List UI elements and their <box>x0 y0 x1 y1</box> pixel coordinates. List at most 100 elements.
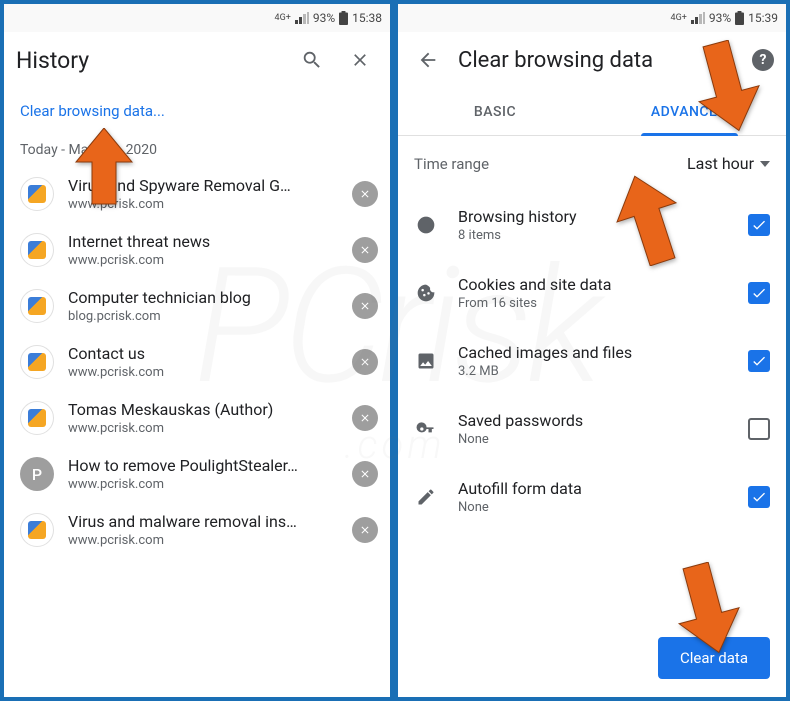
phone-clear-data: 4G+ 93% 15:39 Clear browsing data ? BASI… <box>394 0 790 701</box>
option-subtitle: From 16 sites <box>458 296 728 311</box>
history-item-title: How to remove PoulightStealer… <box>68 456 338 475</box>
checkbox[interactable] <box>748 486 770 508</box>
clear-option-row[interactable]: Cached images and files 3.2 MB <box>398 327 786 395</box>
pencil-icon <box>414 487 438 507</box>
clock-label: 15:39 <box>748 11 778 25</box>
checkbox[interactable] <box>748 214 770 236</box>
check-icon <box>751 353 767 369</box>
time-range-dropdown[interactable]: Time range Last hour <box>398 136 786 191</box>
delete-history-item-button[interactable] <box>352 349 378 375</box>
appbar: Clear browsing data ? <box>398 32 786 88</box>
favicon <box>20 345 54 379</box>
page-title: Clear browsing data <box>458 48 740 73</box>
status-bar: 4G+ 93% 15:39 <box>398 4 786 32</box>
battery-icon <box>735 11 744 25</box>
page-title: History <box>16 47 282 74</box>
checkbox[interactable] <box>748 350 770 372</box>
signal-icon <box>295 12 309 24</box>
option-title: Cached images and files <box>458 343 728 362</box>
history-item-title: Tomas Meskauskas (Author) <box>68 400 338 419</box>
chevron-down-icon <box>760 161 770 167</box>
option-title: Browsing history <box>458 207 728 226</box>
history-item[interactable]: P How to remove PoulightStealer… www.pcris… <box>4 446 390 502</box>
favicon <box>20 513 54 547</box>
appbar: History <box>4 32 390 88</box>
history-item-url: www.pcrisk.com <box>68 421 338 436</box>
history-item-title: Computer technician blog <box>68 288 338 307</box>
close-icon <box>359 188 371 200</box>
help-button[interactable]: ? <box>752 49 774 71</box>
favicon: P <box>20 457 54 491</box>
history-item[interactable]: Virus and malware removal ins… www.pcrisk… <box>4 502 390 558</box>
history-item-url: www.pcrisk.com <box>68 533 338 548</box>
close-icon <box>359 468 371 480</box>
clear-options-list: Browsing history8 itemsCookies and site … <box>398 191 786 531</box>
close-icon <box>350 50 370 70</box>
tab-advanced[interactable]: ADVANCED <box>592 88 786 135</box>
clock-label: 15:38 <box>352 11 382 25</box>
button-bar: Clear data <box>658 637 770 679</box>
clear-option-row[interactable]: Browsing history8 items <box>398 191 786 259</box>
history-item[interactable]: Computer technician blog blog.pcrisk.com <box>4 278 390 334</box>
option-title: Saved passwords <box>458 411 728 430</box>
option-subtitle: None <box>458 432 728 447</box>
favicon <box>20 177 54 211</box>
clear-browsing-data-link[interactable]: Clear browsing data... <box>4 88 390 134</box>
close-button[interactable] <box>342 42 378 78</box>
clear-option-row[interactable]: Cookies and site data From 16 sites <box>398 259 786 327</box>
check-icon <box>751 285 767 301</box>
history-item[interactable]: Internet threat news www.pcrisk.com <box>4 222 390 278</box>
history-item-url: www.pcrisk.com <box>68 253 338 268</box>
delete-history-item-button[interactable] <box>352 181 378 207</box>
history-item-title: Contact us <box>68 344 338 363</box>
history-item[interactable]: Tomas Meskauskas (Author) www.pcrisk.com <box>4 390 390 446</box>
option-subtitle: 3.2 MB <box>458 364 728 379</box>
favicon <box>20 401 54 435</box>
phone-history: 4G+ 93% 15:38 History Clear browsing dat… <box>0 0 394 701</box>
history-item[interactable]: Contact us www.pcrisk.com <box>4 334 390 390</box>
history-item-url: www.pcrisk.com <box>68 365 338 380</box>
status-bar: 4G+ 93% 15:38 <box>4 4 390 32</box>
delete-history-item-button[interactable] <box>352 293 378 319</box>
close-icon <box>359 244 371 256</box>
signal-icon <box>691 12 705 24</box>
clear-option-row[interactable]: Autofill form data None <box>398 463 786 531</box>
network-label: 4G+ <box>275 13 291 23</box>
option-title: Cookies and site data <box>458 275 728 294</box>
close-icon <box>359 412 371 424</box>
history-item-title: Virus and Spyware Removal G… <box>68 176 338 195</box>
close-icon <box>359 356 371 368</box>
history-item-title: Virus and malware removal ins… <box>68 512 338 531</box>
back-arrow-icon <box>417 49 439 71</box>
option-title: Autofill form data <box>458 479 728 498</box>
time-range-label: Time range <box>414 155 687 173</box>
delete-history-item-button[interactable] <box>352 405 378 431</box>
delete-history-item-button[interactable] <box>352 461 378 487</box>
history-item-url: blog.pcrisk.com <box>68 309 338 324</box>
battery-icon <box>339 11 348 25</box>
clock-icon <box>414 215 438 235</box>
close-icon <box>359 524 371 536</box>
clear-data-button[interactable]: Clear data <box>658 637 770 679</box>
delete-history-item-button[interactable] <box>352 517 378 543</box>
favicon <box>20 289 54 323</box>
battery-label: 93% <box>313 11 335 25</box>
history-item-title: Internet threat news <box>68 232 338 251</box>
back-button[interactable] <box>410 42 446 78</box>
search-button[interactable] <box>294 42 330 78</box>
tab-basic[interactable]: BASIC <box>398 88 592 135</box>
key-icon <box>414 419 438 439</box>
cookie-icon <box>414 283 438 303</box>
checkbox[interactable] <box>748 282 770 304</box>
network-label: 4G+ <box>671 13 687 23</box>
delete-history-item-button[interactable] <box>352 237 378 263</box>
clear-option-row[interactable]: Saved passwords None <box>398 395 786 463</box>
checkbox[interactable] <box>748 418 770 440</box>
history-item-url: www.pcrisk.com <box>68 477 338 492</box>
search-icon <box>301 49 323 71</box>
history-item[interactable]: Virus and Spyware Removal G…www.pcrisk.c… <box>4 166 390 222</box>
history-list: Virus and Spyware Removal G… www.pcrisk.c… <box>4 166 390 697</box>
option-subtitle: None <box>458 500 728 515</box>
close-icon <box>359 300 371 312</box>
check-icon <box>751 489 767 505</box>
